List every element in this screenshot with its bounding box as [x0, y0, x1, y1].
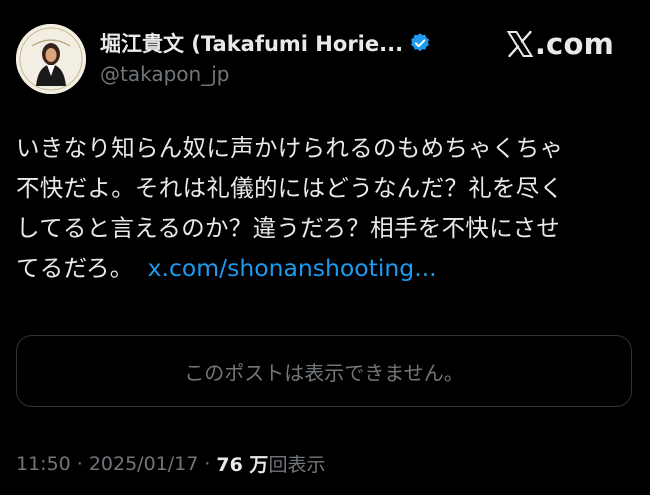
- verified-badge-icon: [411, 33, 429, 52]
- display-name-row: 堀江貴文 (Takafumi Horie...: [100, 28, 490, 58]
- post-text-line: てるだろ。: [16, 254, 134, 282]
- post-time[interactable]: 11:50: [16, 453, 71, 475]
- avatar-photo: [16, 24, 86, 94]
- author-display-name[interactable]: 堀江貴文 (Takafumi Horie...: [100, 28, 403, 58]
- brand-text: .com: [534, 27, 614, 61]
- author-avatar[interactable]: [16, 24, 86, 94]
- x-logo-icon: [506, 30, 534, 58]
- post-meta: 11:50 · 2025/01/17 · 76 万 回表示: [16, 450, 325, 477]
- author-handle[interactable]: @takapon_jp: [100, 62, 490, 86]
- post-date[interactable]: 2025/01/17: [89, 453, 199, 475]
- post-text-line: 不快だよ。それは礼儀的にはどうなんだ？礼を尽く: [16, 174, 564, 202]
- post-text-line: してると言えるのか？違うだろ？相手を不快にさせ: [16, 214, 561, 242]
- post-text-last-line: てるだろ。 x.com/shonanshooting...: [16, 248, 636, 288]
- views-count[interactable]: 76 万: [216, 450, 268, 477]
- unavailable-message: このポストは表示できません。: [184, 360, 464, 385]
- post-link[interactable]: x.com/shonanshooting...: [148, 254, 437, 282]
- post-text: いきなり知らん奴に声かけられるのもめちゃくちゃ 不快だよ。それは礼儀的にはどうな…: [16, 128, 636, 288]
- post-header: 堀江貴文 (Takafumi Horie... @takapon_jp .com: [16, 24, 636, 94]
- quoted-post-unavailable[interactable]: このポストは表示できません。: [16, 335, 632, 407]
- meta-separator: ·: [204, 452, 211, 475]
- x-brand: .com: [506, 26, 614, 62]
- post-card: 堀江貴文 (Takafumi Horie... @takapon_jp .com…: [0, 0, 650, 495]
- meta-separator: ·: [76, 452, 83, 475]
- author-names: 堀江貴文 (Takafumi Horie... @takapon_jp: [100, 28, 490, 86]
- views-label: 回表示: [268, 454, 326, 476]
- post-text-line: いきなり知らん奴に声かけられるのもめちゃくちゃ: [16, 134, 564, 162]
